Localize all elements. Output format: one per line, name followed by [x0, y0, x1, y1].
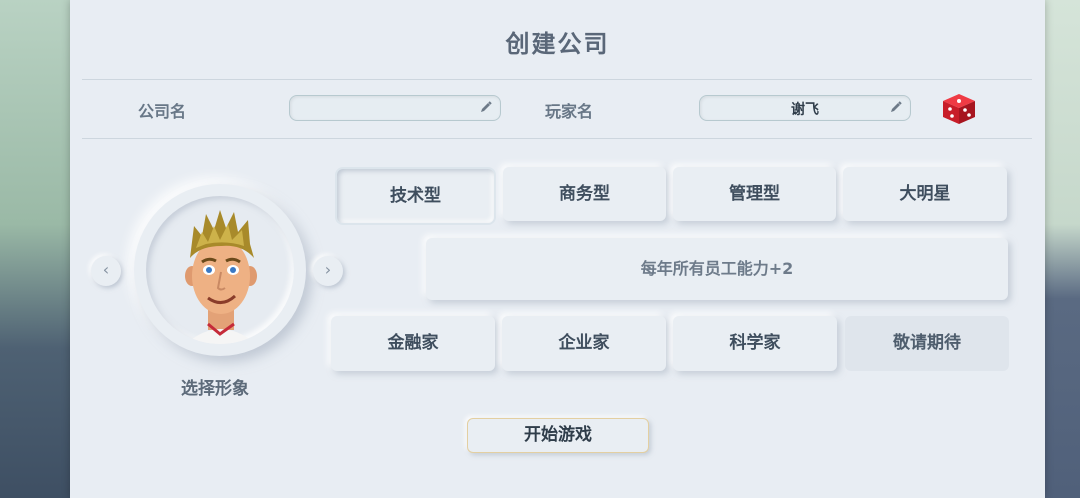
player-name-input[interactable]: 谢飞 — [699, 95, 911, 121]
company-name-input[interactable] — [289, 95, 501, 121]
game-scene-right — [1040, 0, 1080, 498]
type-option-celebrity[interactable]: 大明星 — [843, 167, 1007, 221]
type-option-scientist[interactable]: 科学家 — [673, 316, 837, 371]
pencil-icon[interactable] — [889, 100, 903, 114]
chevron-right-icon: › — [324, 260, 332, 279]
company-name-label: 公司名 — [138, 102, 187, 121]
start-game-button[interactable]: 开始游戏 — [467, 418, 649, 453]
character-portrait — [185, 210, 257, 344]
type-option-management[interactable]: 管理型 — [673, 167, 836, 221]
chevron-left-icon: ‹ — [102, 260, 110, 279]
prev-avatar-button[interactable]: ‹ — [91, 256, 121, 286]
divider-middle — [82, 138, 1032, 139]
avatar-frame[interactable] — [134, 184, 306, 356]
next-avatar-button[interactable]: › — [313, 256, 343, 286]
create-company-dialog: 创建公司 公司名 玩家名 谢飞 ‹ › 选择形象 技术型 商务型 管理型 大明星… — [70, 0, 1045, 498]
type-option-financier[interactable]: 金融家 — [331, 316, 495, 371]
player-name-value: 谢飞 — [791, 102, 819, 118]
type-option-tech[interactable]: 技术型 — [337, 169, 494, 223]
dialog-title: 创建公司 — [505, 30, 610, 58]
divider-top — [82, 79, 1032, 80]
choose-avatar-label: 选择形象 — [181, 379, 249, 399]
type-option-entrepreneur[interactable]: 企业家 — [502, 316, 666, 371]
dice-icon[interactable] — [940, 92, 978, 126]
avatar — [146, 196, 294, 344]
type-option-coming-soon: 敬请期待 — [845, 316, 1009, 371]
game-scene-left — [0, 0, 70, 498]
pencil-icon[interactable] — [479, 100, 493, 114]
type-description: 每年所有员工能力+2 — [426, 238, 1008, 300]
player-name-label: 玩家名 — [545, 102, 594, 121]
type-option-business[interactable]: 商务型 — [503, 167, 666, 221]
